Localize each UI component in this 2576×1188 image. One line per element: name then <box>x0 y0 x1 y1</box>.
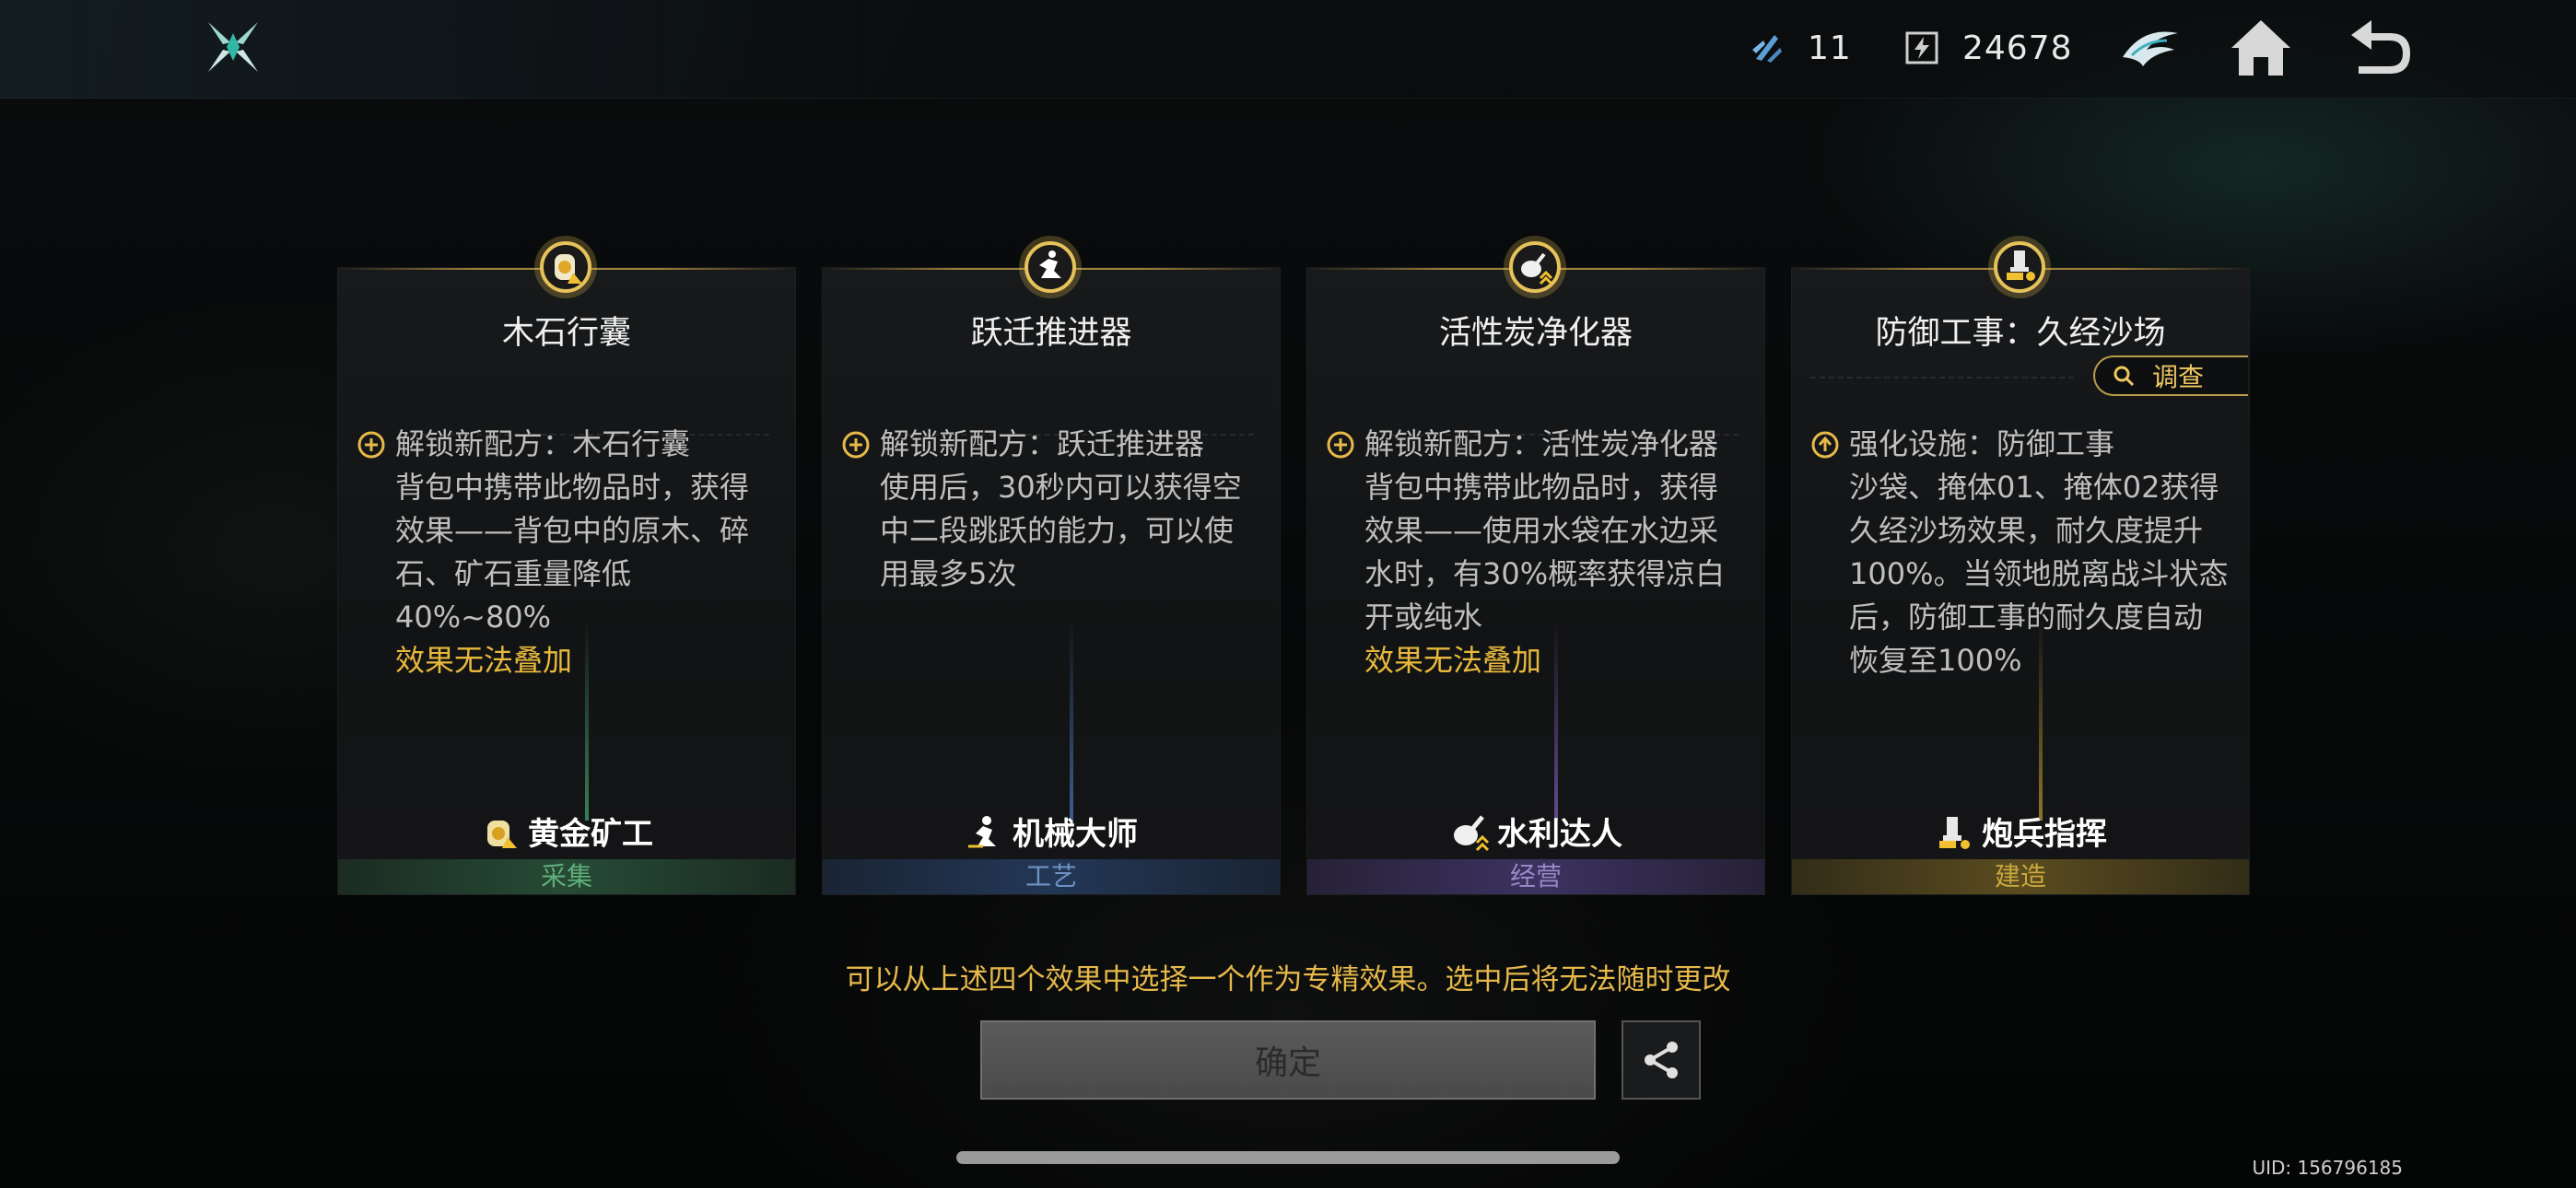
divider <box>1810 377 2074 379</box>
gold-miner-medal-icon <box>534 236 597 298</box>
profession-name: 黄金矿工 <box>528 816 653 853</box>
category-label: 经营 <box>1307 859 1764 894</box>
share-button[interactable] <box>1622 1020 1701 1100</box>
profession-name: 水利达人 <box>1497 816 1622 853</box>
card-title: 跃迁推进器 <box>970 315 1132 352</box>
unlock-text: 强化设施：防御工事 <box>1849 426 2115 461</box>
card-title: 木石行囊 <box>501 315 631 352</box>
no-stack-warning: 效果无法叠加 <box>1364 643 1542 678</box>
unlock-text: 解锁新配方：跃迁推进器 <box>880 426 1205 461</box>
emblem-icon[interactable] <box>2115 13 2185 83</box>
confirm-button[interactable]: 确定 <box>980 1020 1596 1100</box>
effect-text: 背包中携带此物品时，获得效果——背包中的原木、碎石、矿石重量降低40%~80% <box>395 470 750 635</box>
light-beam <box>2039 618 2043 821</box>
profession-label: 机械大师 <box>823 809 1280 854</box>
card-title: 活性炭净化器 <box>1438 315 1633 352</box>
artillery-commander-icon <box>1939 816 1970 849</box>
category-label: 工艺 <box>823 859 1280 894</box>
specialty-card-warp-thruster[interactable]: 跃迁推进器 解锁新配方：跃迁推进器 使用后，30秒内可以获得空中二段跳跃的能力，… <box>822 267 1281 895</box>
card-description: 解锁新配方：活性炭净化器 背包中携带此物品时，获得效果——使用水袋在水边采水时，… <box>1326 423 1744 682</box>
profession-name: 炮兵指挥 <box>1982 816 2107 853</box>
magnifier-icon <box>2113 366 2135 387</box>
unlock-text: 解锁新配方：木石行囊 <box>395 426 691 461</box>
light-beam <box>585 618 589 821</box>
no-stack-warning: 效果无法叠加 <box>395 643 573 678</box>
back-arrow-icon[interactable] <box>2346 13 2416 83</box>
specialty-card-wood-stone-pack[interactable]: 木石行囊 解锁新配方：木石行囊 背包中携带此物品时，获得效果——背包中的原木、碎… <box>337 267 796 895</box>
crystal-shard-icon <box>1752 35 1782 63</box>
investigate-button[interactable]: 调查 <box>2093 355 2248 396</box>
plus-bullet-icon <box>357 431 385 459</box>
light-beam <box>1070 618 1073 821</box>
selection-hint: 可以从上述四个效果中选择一个作为专精效果。选中后将无法随时更改 <box>845 963 1731 996</box>
home-indicator[interactable] <box>956 1151 1620 1164</box>
artillery-commander-medal-icon <box>1988 236 2051 298</box>
user-id: UID: 156796185 <box>2252 1157 2403 1179</box>
category-label: 采集 <box>338 859 795 894</box>
water-expert-icon <box>1454 814 1490 851</box>
investigate-label: 调查 <box>2152 362 2205 392</box>
category-label: 建造 <box>1792 859 2249 894</box>
crystal-value: 11 <box>1808 29 1852 67</box>
top-bar: 11 24678 <box>0 0 2576 99</box>
light-beam <box>1554 618 1558 821</box>
mechanic-master-medal-icon <box>1019 236 1082 298</box>
energy-counter: 24678 <box>1902 20 2073 76</box>
profession-label: 炮兵指挥 <box>1792 809 2249 854</box>
specialty-card-carbon-purifier[interactable]: 活性炭净化器 解锁新配方：活性炭净化器 背包中携带此物品时，获得效果——使用水袋… <box>1306 267 1765 895</box>
effect-text: 沙袋、掩体01、掩体02获得久经沙场效果，耐久度提升100%。当领地脱离战斗状态… <box>1849 470 2229 678</box>
crystal-counter: 11 <box>1747 20 1852 76</box>
card-description: 强化设施：防御工事 沙袋、掩体01、掩体02获得久经沙场效果，耐久度提升100%… <box>1810 423 2229 682</box>
effect-text: 使用后，30秒内可以获得空中二段跳跃的能力，可以使用最多5次 <box>880 470 1242 591</box>
unlock-text: 解锁新配方：活性炭净化器 <box>1364 426 1719 461</box>
plus-bullet-icon <box>1327 431 1354 459</box>
energy-value: 24678 <box>1962 29 2073 67</box>
energy-chip-icon <box>1905 31 1938 64</box>
mechanic-master-icon <box>968 815 996 847</box>
card-title: 防御工事：久经沙场 <box>1875 315 2166 352</box>
water-expert-medal-icon <box>1504 236 1566 298</box>
card-description: 解锁新配方：跃迁推进器 使用后，30秒内可以获得空中二段跳跃的能力，可以使用最多… <box>841 423 1259 596</box>
profession-label: 黄金矿工 <box>338 809 795 854</box>
profession-label: 水利达人 <box>1307 809 1764 854</box>
game-logo-icon[interactable] <box>203 17 263 77</box>
gold-miner-icon <box>487 820 517 848</box>
effect-text: 背包中携带此物品时，获得效果——使用水袋在水边采水时，有30%概率获得凉白开或纯… <box>1364 470 1726 635</box>
plus-bullet-icon <box>842 431 870 459</box>
home-icon[interactable] <box>2226 13 2296 83</box>
card-description: 解锁新配方：木石行囊 背包中携带此物品时，获得效果——背包中的原木、碎石、矿石重… <box>357 423 775 682</box>
upgrade-bullet-icon <box>1811 431 1839 459</box>
share-icon <box>1645 1042 1678 1078</box>
profession-name: 机械大师 <box>1013 816 1138 853</box>
